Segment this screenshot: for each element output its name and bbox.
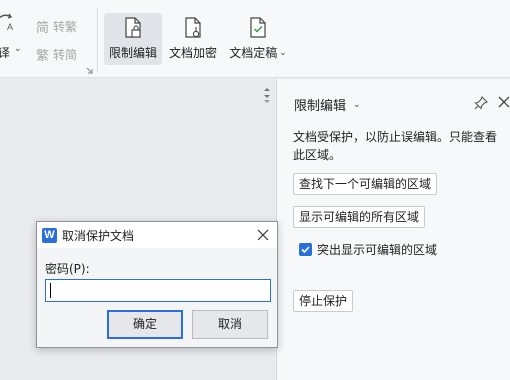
- encrypt-label: 文档加密: [168, 46, 217, 60]
- simplified-label: 转简: [53, 48, 78, 62]
- group-launcher-icon[interactable]: [86, 67, 93, 74]
- traditional-icon: 简: [36, 21, 50, 36]
- highlight-regions-checkbox-row[interactable]: 突出显示可编辑的区域: [299, 241, 437, 258]
- dialog-title: 取消保护文档: [62, 229, 135, 243]
- find-next-region-button[interactable]: 查找下一个可编辑的区域: [293, 173, 438, 195]
- restrict-edit-button[interactable]: 限制编辑: [104, 13, 162, 65]
- close-icon[interactable]: [257, 229, 269, 241]
- show-all-regions-button[interactable]: 显示可编辑的所有区域: [293, 206, 426, 228]
- ok-button[interactable]: 确定: [107, 310, 183, 339]
- restrict-edit-pane: 限制编辑 ⌄ 文档受保护，以防止误编辑。只能查看此区域。 查找下一个可编辑的区域…: [277, 79, 510, 380]
- simplified-button[interactable]: 繁 转简: [36, 45, 77, 64]
- pin-icon[interactable]: [474, 96, 488, 110]
- finalize-button[interactable]: 文档定稿 ⌄: [228, 13, 288, 65]
- traditional-label: 转繁: [53, 20, 78, 34]
- wps-writer-logo: W: [42, 228, 57, 243]
- unprotect-document-dialog: W 取消保护文档 密码(P): 确定 取消: [36, 221, 278, 348]
- chevron-down-icon: ⌄: [14, 44, 22, 54]
- chevron-down-icon: ⌄: [279, 47, 287, 58]
- stop-protection-button[interactable]: 停止保护: [293, 290, 354, 312]
- chevron-down-icon: ⌄: [353, 99, 361, 110]
- document-lock-icon: [125, 17, 141, 38]
- password-label: 密码(P):: [45, 262, 90, 276]
- translate-label: 译: [0, 46, 11, 60]
- highlight-regions-checkbox[interactable]: [299, 243, 312, 256]
- restrict-edit-label: 限制编辑: [108, 46, 157, 60]
- text-caret: [50, 283, 51, 298]
- encrypt-button[interactable]: 文档加密: [166, 13, 220, 65]
- ribbon-toolbar: A 译 ⌄ 简 转繁 繁 转简 限制编辑 文档加密 文档定稿 ⌄: [0, 0, 510, 78]
- pane-title[interactable]: 限制编辑 ⌄: [294, 95, 361, 114]
- translate-icon: A: [0, 13, 13, 32]
- svg-text:A: A: [7, 22, 13, 32]
- finalize-label-row: 文档定稿 ⌄: [229, 44, 287, 61]
- translate-button[interactable]: A 译 ⌄: [0, 12, 26, 64]
- password-field[interactable]: [45, 279, 271, 302]
- cancel-button[interactable]: 取消: [192, 310, 268, 339]
- document-key-icon: [185, 17, 201, 38]
- close-icon[interactable]: [498, 96, 510, 108]
- finalize-label: 文档定稿: [229, 46, 278, 60]
- protection-description: 文档受保护，以防止误编辑。只能查看此区域。: [293, 130, 498, 162]
- pane-title-label: 限制编辑: [294, 99, 347, 114]
- highlight-regions-label: 突出显示可编辑的区域: [317, 243, 438, 257]
- scroll-arrows-icon[interactable]: [262, 86, 272, 106]
- traditional-button[interactable]: 简 转繁: [36, 17, 77, 36]
- ribbon-divider: [97, 8, 98, 72]
- simplified-icon: 繁: [36, 49, 50, 64]
- dialog-titlebar[interactable]: W 取消保护文档: [37, 222, 277, 248]
- document-check-icon: [250, 17, 266, 38]
- checkmark-icon: [301, 246, 310, 254]
